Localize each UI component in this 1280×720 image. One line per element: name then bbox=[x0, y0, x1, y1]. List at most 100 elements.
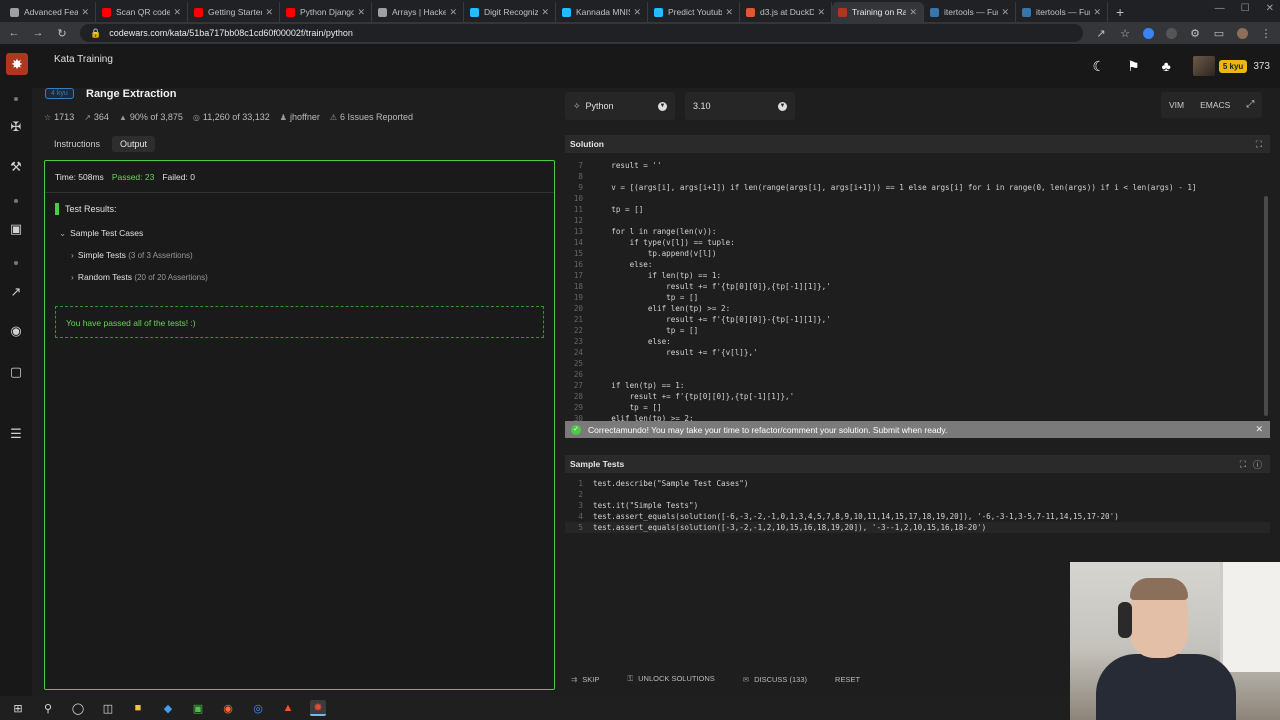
close-icon[interactable]: ✕ bbox=[1255, 424, 1263, 435]
code-line[interactable]: 10 bbox=[565, 193, 1270, 204]
browser-tab[interactable]: Scan QR codes ✕ bbox=[96, 2, 188, 22]
code-line[interactable]: 3 test.it("Simple Tests") bbox=[565, 500, 1270, 511]
chrome-icon[interactable]: ◎ bbox=[250, 700, 266, 716]
close-tab-icon[interactable]: ✕ bbox=[449, 7, 457, 18]
url-field[interactable]: 🔒 codewars.com/kata/51ba717bb08c1cd60f00… bbox=[80, 24, 1083, 42]
search-icon[interactable]: ⚲ bbox=[40, 700, 56, 716]
brave-icon[interactable]: ▲ bbox=[280, 700, 296, 716]
tab-output[interactable]: Output bbox=[112, 136, 156, 152]
code-line[interactable]: 21 result += f'{tp[0][0]}-{tp[-1][1]},' bbox=[565, 314, 1270, 325]
close-tab-icon[interactable]: ✕ bbox=[817, 7, 825, 18]
training-icon[interactable]: ✠ bbox=[8, 119, 24, 135]
reset-button[interactable]: RESET bbox=[835, 675, 860, 684]
browser-tab[interactable]: itertools — Fun ✕ bbox=[924, 2, 1016, 22]
minimize-icon[interactable]: — bbox=[1215, 3, 1225, 14]
test-group-sample[interactable]: ⌄ Sample Test Cases bbox=[59, 228, 143, 239]
code-line[interactable]: 5 test.assert_equals(solution([-3,-2,-1,2… bbox=[565, 522, 1270, 533]
code-line[interactable]: 22 tp = [] bbox=[565, 325, 1270, 336]
browser-tab[interactable]: Digit Recogniz ✕ bbox=[464, 2, 556, 22]
emacs-button[interactable]: EMACS bbox=[1192, 92, 1238, 118]
docs-book-icon[interactable]: ☰ bbox=[8, 426, 24, 442]
browser-tab[interactable]: Predict Youtub ✕ bbox=[648, 2, 740, 22]
language-select[interactable]: ✧ Python ▼ bbox=[565, 92, 675, 120]
test-item-simple[interactable]: › Simple Tests (3 of 3 Assertions) bbox=[71, 250, 193, 260]
code-line[interactable]: 9 v = [(args[i], args[i+1]) if len(range… bbox=[565, 182, 1270, 193]
code-line[interactable]: 11 tp = [] bbox=[565, 204, 1270, 215]
code-line[interactable]: 18 result += f'{tp[0][0]},{tp[-1][1]},' bbox=[565, 281, 1270, 292]
skip-button[interactable]: ⇉ SKIP bbox=[571, 675, 599, 684]
browser-tab[interactable]: Training on Ra ✕ bbox=[832, 2, 924, 22]
profile-avatar-icon[interactable] bbox=[1237, 27, 1248, 39]
close-tab-icon[interactable]: ✕ bbox=[1093, 7, 1101, 18]
extension-icon[interactable] bbox=[1143, 27, 1154, 39]
browser-tab[interactable]: Kannada MNIS ✕ bbox=[556, 2, 648, 22]
code-line[interactable]: 28 result += f'{tp[0][0]},{tp[-1][1]},' bbox=[565, 391, 1270, 402]
browser-tab[interactable]: Python Django ✕ bbox=[280, 2, 372, 22]
code-line[interactable]: 23 else: bbox=[565, 336, 1270, 347]
unlock-solutions-button[interactable]: ⚿ UNLOCK SOLUTIONS bbox=[627, 674, 714, 684]
help-icon[interactable]: ⓘ bbox=[1253, 458, 1262, 471]
browser-tab[interactable]: Advanced Featu✕ bbox=[4, 2, 96, 22]
close-tab-icon[interactable]: ✕ bbox=[265, 7, 273, 18]
code-line[interactable]: 27 if len(tp) == 1: bbox=[565, 380, 1270, 391]
pycharm-icon[interactable]: ▣ bbox=[190, 700, 206, 716]
discord-icon[interactable]: ◉ bbox=[8, 323, 24, 339]
close-tab-icon[interactable]: ✕ bbox=[81, 7, 89, 18]
task-view-icon[interactable]: ◫ bbox=[100, 700, 116, 716]
code-line[interactable]: 2 bbox=[565, 489, 1270, 500]
forward-icon[interactable]: → bbox=[32, 27, 44, 39]
maximize-icon[interactable]: ☐ bbox=[1241, 3, 1250, 14]
votes-stat[interactable]: ↗ 364 bbox=[84, 112, 109, 122]
browser-tab[interactable]: Getting Started ✕ bbox=[188, 2, 280, 22]
bell-icon[interactable]: ♣ bbox=[1162, 58, 1171, 74]
chat-icon[interactable]: ▢ bbox=[8, 364, 24, 380]
code-line[interactable]: 15 tp.append(v[l]) bbox=[565, 248, 1270, 259]
code-line[interactable]: 16 else: bbox=[565, 259, 1270, 270]
cortana-icon[interactable]: ◯ bbox=[70, 700, 86, 716]
back-icon[interactable]: ← bbox=[8, 27, 20, 39]
windows-start-icon[interactable]: ⊞ bbox=[10, 700, 26, 716]
close-tab-icon[interactable]: ✕ bbox=[357, 7, 365, 18]
close-tab-icon[interactable]: ✕ bbox=[173, 7, 181, 18]
reload-icon[interactable]: ↻ bbox=[56, 27, 68, 40]
close-tab-icon[interactable]: ✕ bbox=[633, 7, 641, 18]
test-item-random[interactable]: › Random Tests (20 of 20 Assertions) bbox=[71, 272, 208, 282]
close-tab-icon[interactable]: ✕ bbox=[909, 7, 917, 18]
code-line[interactable]: 24 result += f'{v[l]},' bbox=[565, 347, 1270, 358]
user-menu[interactable]: 5 kyu bbox=[1192, 56, 1248, 76]
close-tab-icon[interactable]: ✕ bbox=[725, 7, 733, 18]
vim-button[interactable]: VIM bbox=[1161, 92, 1192, 118]
active-app-icon[interactable]: ✸ bbox=[310, 700, 326, 716]
leaderboard-icon[interactable]: ↗ bbox=[8, 284, 24, 300]
browser-tab[interactable]: d3.js at DuckD ✕ bbox=[740, 2, 832, 22]
file-explorer-icon[interactable]: ■ bbox=[130, 700, 146, 716]
share-icon[interactable]: ↗ bbox=[1095, 27, 1107, 40]
code-line[interactable]: 20 elif len(tp) >= 2: bbox=[565, 303, 1270, 314]
expand-icon[interactable]: ⛶ bbox=[1256, 139, 1262, 150]
author-link[interactable]: ♟ jhoffner bbox=[280, 112, 320, 122]
firefox-icon[interactable]: ◉ bbox=[220, 700, 236, 716]
browser-tab[interactable]: itertools — Fun ✕ bbox=[1016, 2, 1108, 22]
code-line[interactable]: 13 for l in range(len(v)): bbox=[565, 226, 1270, 237]
close-window-icon[interactable]: ✕ bbox=[1266, 3, 1274, 14]
code-line[interactable]: 12 bbox=[565, 215, 1270, 226]
version-select[interactable]: 3.10 ▼ bbox=[685, 92, 795, 120]
menu-kebab-icon[interactable]: ⋮ bbox=[1260, 27, 1272, 40]
code-line[interactable]: 25 bbox=[565, 358, 1270, 369]
bookmark-icon[interactable]: ⚑ bbox=[1127, 58, 1140, 75]
discuss-button[interactable]: ✉ DISCUSS (133) bbox=[743, 675, 807, 684]
issues-link[interactable]: ⚠ 6 Issues Reported bbox=[330, 112, 413, 122]
close-tab-icon[interactable]: ✕ bbox=[1001, 7, 1009, 18]
tab-instructions[interactable]: Instructions bbox=[46, 136, 108, 152]
code-line[interactable]: 4 test.assert_equals(solution([-6,-3,-2,-… bbox=[565, 511, 1270, 522]
sidebar-icon[interactable]: ▭ bbox=[1213, 27, 1225, 40]
close-tab-icon[interactable]: ✕ bbox=[541, 7, 549, 18]
stars-stat[interactable]: ☆ 1713 bbox=[44, 112, 74, 122]
practice-icon[interactable]: ⚒ bbox=[8, 159, 24, 175]
expand-icon[interactable]: ⛶ bbox=[1240, 459, 1246, 470]
code-line[interactable]: 8 bbox=[565, 171, 1270, 182]
solution-editor[interactable]: 7 result = '' 8 9 v = [(args[i], args[i+1]… bbox=[565, 158, 1270, 421]
codewars-logo-icon[interactable]: ✸ bbox=[6, 53, 28, 75]
extension-icon[interactable] bbox=[1166, 27, 1177, 39]
code-line[interactable]: 7 result = '' bbox=[565, 160, 1270, 171]
